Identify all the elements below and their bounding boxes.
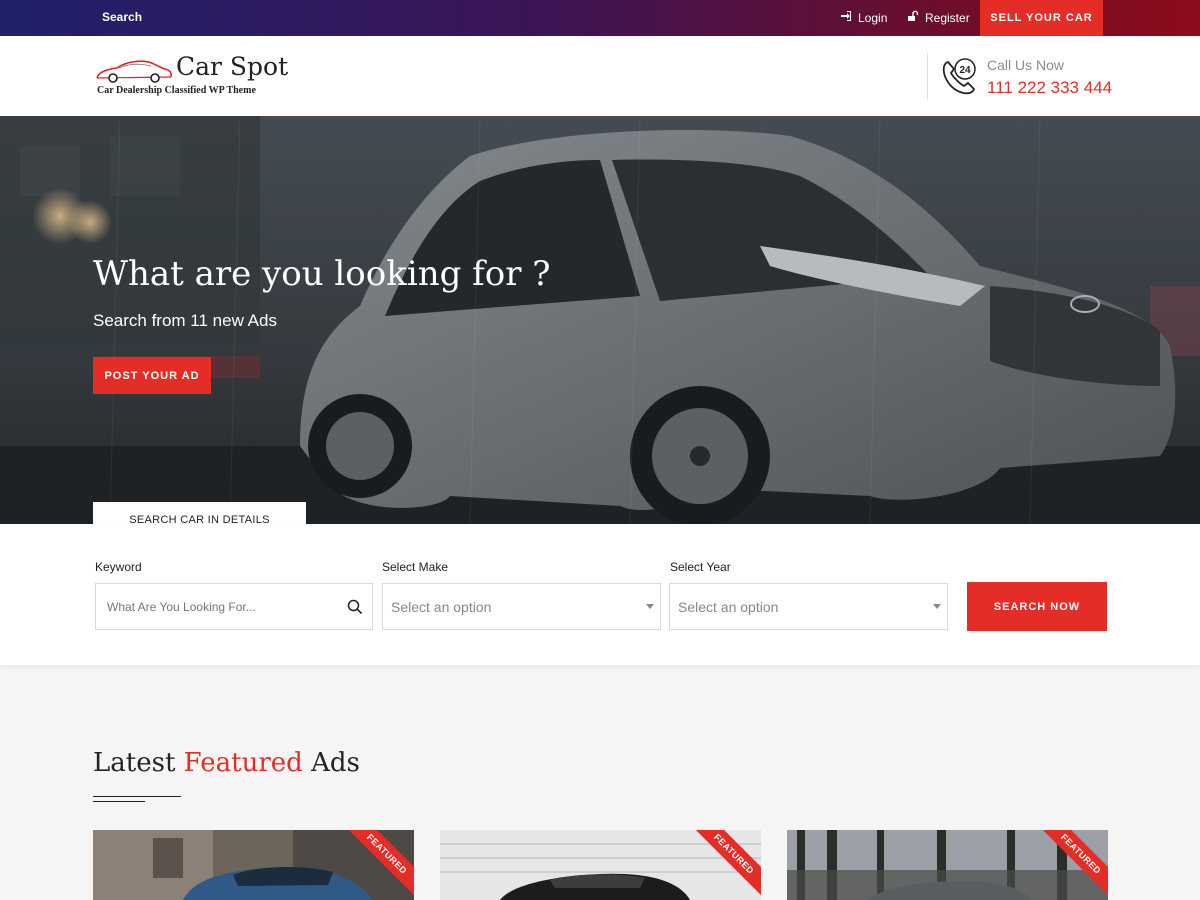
title-divider (93, 801, 145, 802)
keyword-label: Keyword (95, 560, 142, 574)
year-label: Select Year (670, 560, 731, 574)
featured-title-part1: Latest (93, 748, 184, 778)
caret-down-icon (646, 604, 654, 609)
unlock-icon (907, 10, 919, 25)
featured-title-highlight: Featured (183, 748, 303, 778)
logo-name: Car Spot (176, 52, 289, 81)
featured-ad-card[interactable]: FEATURED (440, 830, 761, 900)
register-link[interactable]: Register (907, 10, 970, 25)
featured-title-part2: Ads (302, 748, 360, 778)
sell-your-car-button[interactable]: SELL YOUR CAR (980, 0, 1103, 36)
hero-title: What are you looking for ? (93, 254, 551, 294)
make-label: Select Make (382, 560, 449, 574)
hero-banner: What are you looking for ? Search from 1… (0, 116, 1200, 524)
site-logo[interactable]: Car Spot Car Dealership Classified WP Th… (95, 52, 295, 102)
top-search-link[interactable]: Search (102, 10, 142, 24)
title-divider (93, 796, 181, 797)
make-select[interactable]: Select an option (382, 583, 661, 630)
top-bar: Search Login Register SELL YOUR CAR (0, 0, 1200, 36)
keyword-input[interactable] (95, 583, 373, 630)
logo-tagline: Car Dealership Classified WP Theme (97, 85, 256, 96)
featured-ad-card[interactable]: FEATURED (93, 830, 414, 900)
search-icon[interactable] (347, 599, 363, 615)
hero-subtitle: Search from 11 new Ads (93, 311, 277, 330)
car-logo-icon (96, 60, 173, 83)
caret-down-icon (933, 604, 941, 609)
featured-section-title: Latest Featured Ads (93, 748, 360, 778)
year-select-value: Select an option (678, 599, 779, 615)
call-number[interactable]: 111 222 333 444 (987, 78, 1112, 98)
register-label: Register (925, 10, 970, 25)
call-us-block: 24 Call Us Now 111 222 333 444 (927, 53, 1117, 100)
login-link[interactable]: Login (840, 10, 887, 25)
featured-ad-card[interactable]: FEATURED (787, 830, 1108, 900)
site-header: Car Spot Car Dealership Classified WP Th… (0, 36, 1200, 116)
search-panel: Keyword Select Make Select an option Sel… (0, 524, 1200, 665)
post-your-ad-button[interactable]: POST YOUR AD (93, 357, 211, 394)
sign-in-icon (840, 10, 852, 25)
year-select[interactable]: Select an option (669, 583, 948, 630)
phone-24-icon: 24 (942, 58, 976, 95)
search-car-in-details-tab[interactable]: SEARCH CAR IN DETAILS (93, 502, 306, 524)
phone-24-label: 24 (959, 65, 971, 76)
call-label: Call Us Now (987, 57, 1065, 73)
search-now-button[interactable]: SEARCH NOW (967, 582, 1107, 631)
make-select-value: Select an option (391, 599, 492, 615)
login-label: Login (858, 10, 888, 25)
